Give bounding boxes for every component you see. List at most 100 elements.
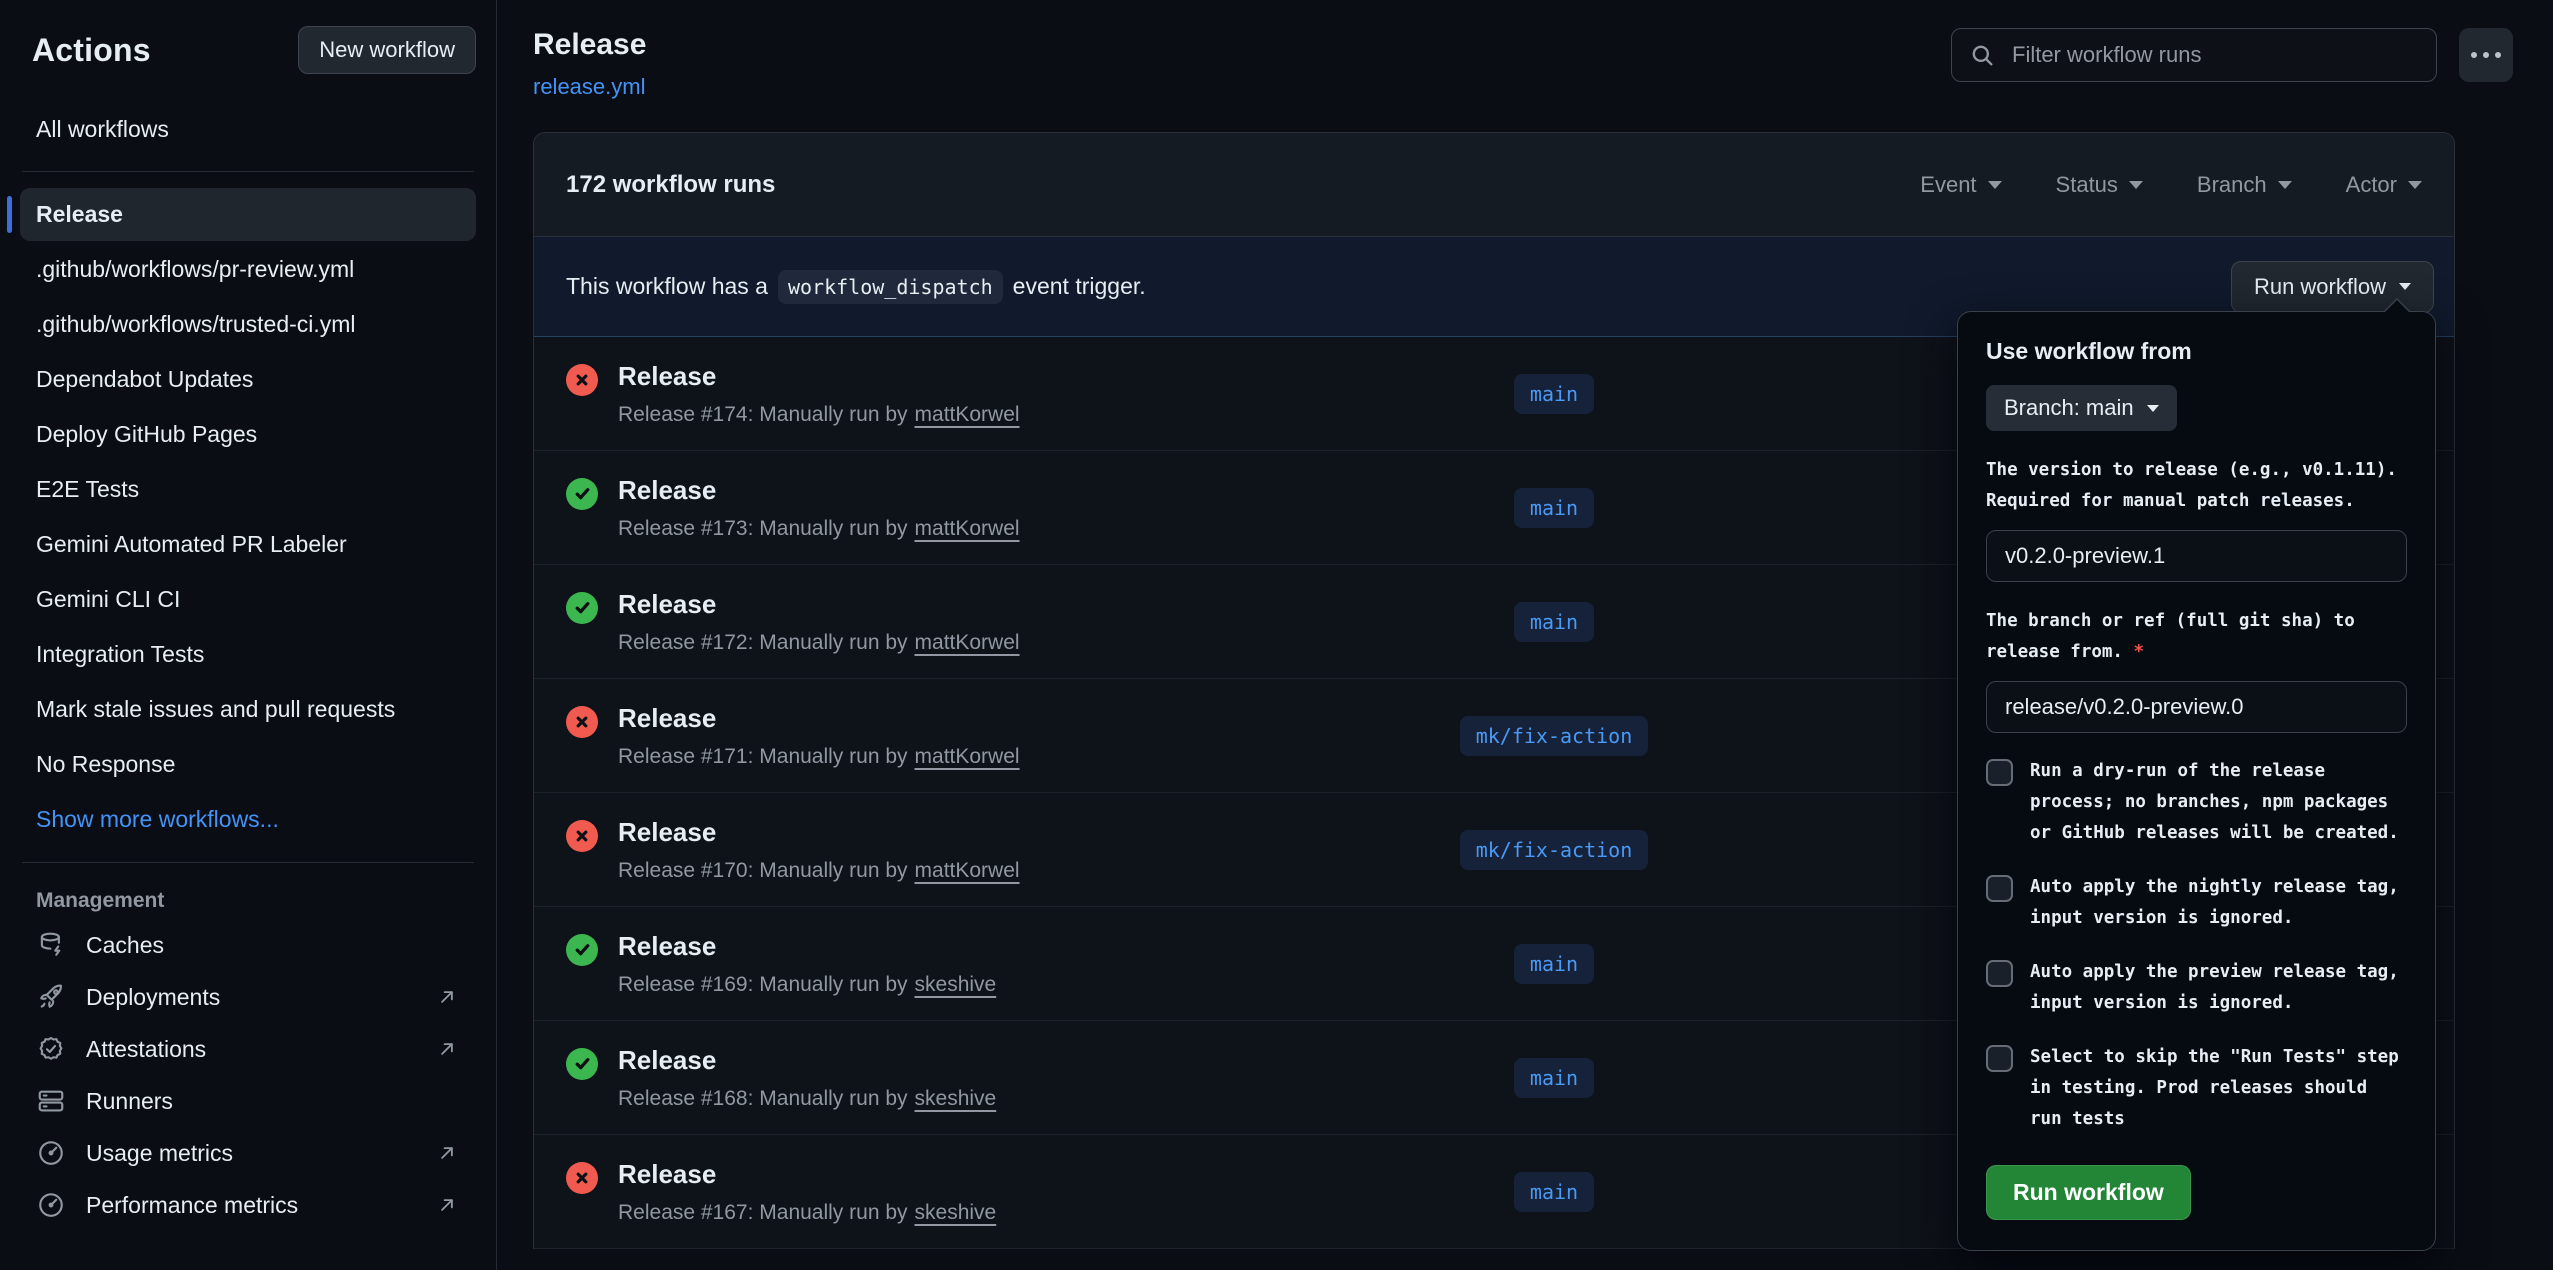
run-description: Release #174: Manually run by mattKorwel (618, 403, 1020, 427)
sidebar-divider (22, 862, 474, 863)
actor-link[interactable]: skeshive (915, 1087, 997, 1111)
run-title-link[interactable]: Release (618, 1159, 716, 1190)
external-link-icon (434, 984, 460, 1010)
actor-link[interactable]: mattKorwel (915, 517, 1020, 541)
actor-link[interactable]: mattKorwel (915, 745, 1020, 769)
run-workflow-submit-button[interactable]: Run workflow (1986, 1165, 2191, 1220)
ref-input[interactable] (1986, 681, 2407, 733)
run-title-link[interactable]: Release (618, 703, 716, 734)
branch-selector-button[interactable]: Branch: main (1986, 385, 2177, 431)
run-status-success-icon (566, 934, 598, 966)
sidebar-item-e2e-tests[interactable]: E2E Tests (20, 463, 476, 516)
run-status-failure-icon (566, 364, 598, 396)
server-icon (36, 1086, 66, 1116)
sidebar-item-label: Deployments (86, 984, 220, 1011)
runs-filters: Event Status Branch Actor (1920, 172, 2422, 198)
nightly-tag-checkbox[interactable] (1986, 875, 2013, 902)
actor-link[interactable]: skeshive (915, 973, 997, 997)
branch-badge[interactable]: main (1514, 1058, 1594, 1098)
workflow-nav-list: Release .github/workflows/pr-review.yml … (20, 188, 476, 846)
branch-badge[interactable]: main (1514, 944, 1594, 984)
preview-tag-checkbox[interactable] (1986, 960, 2013, 987)
sidebar-item-label: Performance metrics (86, 1192, 298, 1219)
sidebar-item-usage-metrics[interactable]: Usage metrics (20, 1127, 476, 1179)
sidebar-item-trusted-ci[interactable]: .github/workflows/trusted-ci.yml (20, 298, 476, 351)
sidebar-item-label: Caches (86, 932, 164, 959)
workflow-options-kebab-button[interactable] (2459, 28, 2513, 82)
sidebar-item-all-workflows[interactable]: All workflows (20, 104, 476, 155)
nightly-tag-checkbox-row: Auto apply the nightly release tag, inpu… (1986, 872, 2407, 934)
sidebar-item-integration-tests[interactable]: Integration Tests (20, 628, 476, 681)
branch-badge[interactable]: mk/fix-action (1460, 716, 1649, 756)
search-icon (1968, 41, 1996, 69)
run-status-failure-icon (566, 1162, 598, 1194)
run-title-link[interactable]: Release (618, 589, 716, 620)
workflow-file-link[interactable]: release.yml (533, 74, 645, 100)
kebab-icon (2471, 52, 2501, 58)
skip-tests-checkbox[interactable] (1986, 1045, 2013, 1072)
new-workflow-button[interactable]: New workflow (298, 26, 476, 74)
run-title-link[interactable]: Release (618, 361, 716, 392)
run-description: Release #173: Manually run by mattKorwel (618, 517, 1020, 541)
sidebar-item-gemini-cli-ci[interactable]: Gemini CLI CI (20, 573, 476, 626)
run-description: Release #171: Manually run by mattKorwel (618, 745, 1020, 769)
branch-badge[interactable]: main (1514, 374, 1594, 414)
run-title-link[interactable]: Release (618, 817, 716, 848)
run-description: Release #169: Manually run by skeshive (618, 973, 996, 997)
filter-event-dropdown[interactable]: Event (1920, 172, 2001, 198)
sidebar-item-release[interactable]: Release (20, 188, 476, 241)
sidebar-item-deploy-github-pages[interactable]: Deploy GitHub Pages (20, 408, 476, 461)
filter-branch-dropdown[interactable]: Branch (2197, 172, 2292, 198)
sidebar-item-mark-stale[interactable]: Mark stale issues and pull requests (20, 683, 476, 736)
sidebar-item-caches[interactable]: Caches (20, 919, 476, 971)
sidebar-divider (22, 171, 474, 172)
sidebar-item-deployments[interactable]: Deployments (20, 971, 476, 1023)
sidebar-item-attestations[interactable]: Attestations (20, 1023, 476, 1075)
show-more-workflows-link[interactable]: Show more workflows... (20, 793, 476, 846)
main-header: Release release.yml (533, 28, 2513, 100)
panel-title: Use workflow from (1986, 338, 2407, 365)
run-title-link[interactable]: Release (618, 475, 716, 506)
run-description: Release #170: Manually run by mattKorwel (618, 859, 1020, 883)
branch-badge[interactable]: mk/fix-action (1460, 830, 1649, 870)
sidebar-item-runners[interactable]: Runners (20, 1075, 476, 1127)
actor-link[interactable]: mattKorwel (915, 403, 1020, 427)
run-title-link[interactable]: Release (618, 931, 716, 962)
sidebar-item-pr-review[interactable]: .github/workflows/pr-review.yml (20, 243, 476, 296)
actor-link[interactable]: mattKorwel (915, 859, 1020, 883)
filter-status-dropdown[interactable]: Status (2056, 172, 2143, 198)
branch-badge[interactable]: main (1514, 488, 1594, 528)
dry-run-checkbox[interactable] (1986, 759, 2013, 786)
actor-link[interactable]: mattKorwel (915, 631, 1020, 655)
sidebar-item-gemini-automated-pr-labeler[interactable]: Gemini Automated PR Labeler (20, 518, 476, 571)
sidebar-item-label: Usage metrics (86, 1140, 233, 1167)
filter-actor-dropdown[interactable]: Actor (2346, 172, 2422, 198)
branch-badge[interactable]: main (1514, 602, 1594, 642)
run-status-failure-icon (566, 706, 598, 738)
run-description: Release #168: Manually run by skeshive (618, 1087, 996, 1111)
filter-runs-input[interactable] (2010, 41, 2420, 69)
runs-count: 172 workflow runs (566, 171, 775, 199)
sidebar-item-performance-metrics[interactable]: Performance metrics (20, 1179, 476, 1231)
run-status-success-icon (566, 592, 598, 624)
chevron-down-icon (1988, 181, 2002, 189)
actor-link[interactable]: skeshive (915, 1201, 997, 1225)
chevron-down-icon (2408, 181, 2422, 189)
actions-sidebar: Actions New workflow All workflows Relea… (0, 0, 497, 1270)
dry-run-checkbox-row: Run a dry-run of the release process; no… (1986, 756, 2407, 849)
sidebar-item-label: Runners (86, 1088, 173, 1115)
sidebar-header: Actions New workflow (20, 26, 476, 74)
version-input[interactable] (1986, 530, 2407, 582)
cache-icon (36, 930, 66, 960)
sidebar-item-no-response[interactable]: No Response (20, 738, 476, 791)
sidebar-item-dependabot-updates[interactable]: Dependabot Updates (20, 353, 476, 406)
meter-icon (36, 1138, 66, 1168)
chevron-down-icon (2278, 181, 2292, 189)
run-status-success-icon (566, 1048, 598, 1080)
run-title-link[interactable]: Release (618, 1045, 716, 1076)
sidebar-title: Actions (32, 32, 151, 69)
run-status-failure-icon (566, 820, 598, 852)
management-section-label: Management (20, 879, 476, 919)
filter-runs-searchbox[interactable] (1951, 28, 2437, 82)
branch-badge[interactable]: main (1514, 1172, 1594, 1212)
